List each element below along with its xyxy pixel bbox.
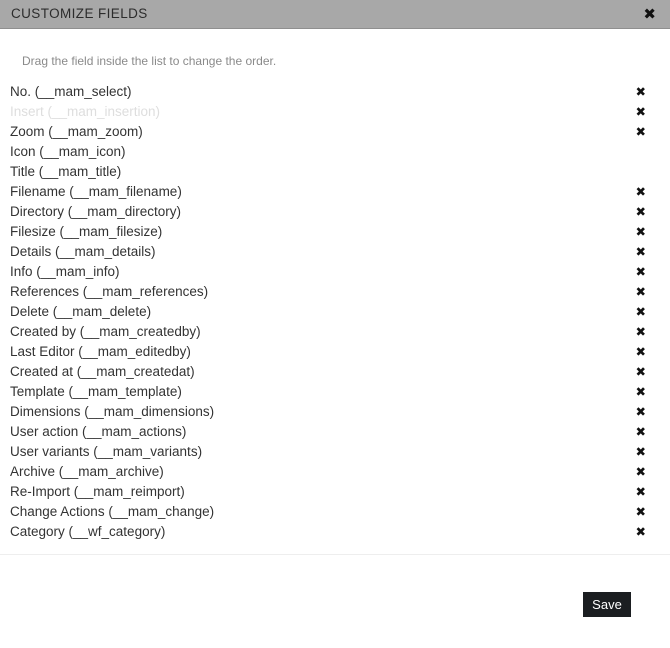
field-row[interactable]: Dimensions (__mam_dimensions) ✖ xyxy=(0,402,670,422)
field-row[interactable]: Last Editor (__mam_editedby) ✖ xyxy=(0,342,670,362)
field-row-label: Last Editor (__mam_editedby) xyxy=(10,344,191,360)
field-row[interactable]: No. (__mam_select) ✖ xyxy=(0,82,670,102)
field-row[interactable]: Zoom (__mam_zoom) ✖ xyxy=(0,122,670,142)
field-row-label: Category (__wf_category) xyxy=(10,524,166,540)
dialog-titlebar: CUSTOMIZE FIELDS ✖ xyxy=(0,0,670,29)
close-icon[interactable]: ✖ xyxy=(643,6,656,22)
field-row[interactable]: Title (__mam_title)✖ xyxy=(0,162,670,182)
save-button[interactable]: Save xyxy=(583,592,631,617)
remove-field-icon[interactable]: ✖ xyxy=(636,105,646,119)
remove-field-icon[interactable]: ✖ xyxy=(636,285,646,299)
field-list[interactable]: No. (__mam_select) ✖ Insert (__mam_inserti… xyxy=(0,82,670,542)
dialog-title: CUSTOMIZE FIELDS xyxy=(11,6,148,22)
remove-field-icon[interactable]: ✖ xyxy=(636,185,646,199)
remove-field-icon[interactable]: ✖ xyxy=(636,305,646,319)
field-row[interactable]: User variants (__mam_variants) ✖ xyxy=(0,442,670,462)
field-row-label: Directory (__mam_directory) xyxy=(10,204,182,220)
field-row-label: Zoom (__mam_zoom) xyxy=(10,124,143,140)
field-row-label: Template (__mam_template) xyxy=(10,384,182,400)
field-row[interactable]: Filesize (__mam_filesize) ✖ xyxy=(0,222,670,242)
field-row-label: Dimensions (__mam_dimensions) xyxy=(10,404,215,420)
field-row-label: Archive (__mam_archive) xyxy=(10,464,164,480)
field-row-label: Filename (__mam_filename) xyxy=(10,184,182,200)
field-row-label: User variants (__mam_variants) xyxy=(10,444,203,460)
field-row[interactable]: Change Actions (__mam_change) ✖ xyxy=(0,502,670,522)
drag-hint-text: Drag the field inside the list to change… xyxy=(22,54,277,68)
field-row[interactable]: Created at (__mam_createdat) ✖ xyxy=(0,362,670,382)
remove-field-icon[interactable]: ✖ xyxy=(636,405,646,419)
field-row-label: References (__mam_references) xyxy=(10,284,209,300)
remove-field-icon[interactable]: ✖ xyxy=(636,205,646,219)
remove-field-icon[interactable]: ✖ xyxy=(636,505,646,519)
field-row-label: Created by (__mam_createdby) xyxy=(10,324,201,340)
remove-field-icon[interactable]: ✖ xyxy=(636,445,646,459)
field-row-label: Details (__mam_details) xyxy=(10,244,156,260)
field-row-label: Delete (__mam_delete) xyxy=(10,304,152,320)
remove-field-icon[interactable]: ✖ xyxy=(636,485,646,499)
customize-fields-dialog: CUSTOMIZE FIELDS ✖ Drag the field inside… xyxy=(0,0,670,648)
remove-field-icon[interactable]: ✖ xyxy=(636,365,646,379)
field-row-label: No. (__mam_select) xyxy=(10,84,132,100)
remove-field-icon[interactable]: ✖ xyxy=(636,325,646,339)
field-row[interactable]: Filename (__mam_filename) ✖ xyxy=(0,182,670,202)
field-row-label: Info (__mam_info) xyxy=(10,264,120,280)
field-row[interactable]: Template (__mam_template) ✖ xyxy=(0,382,670,402)
remove-field-icon[interactable]: ✖ xyxy=(636,265,646,279)
field-row-label: User action (__mam_actions) xyxy=(10,424,187,440)
remove-field-icon[interactable]: ✖ xyxy=(636,225,646,239)
field-row[interactable]: User action (__mam_actions) ✖ xyxy=(0,422,670,442)
field-row[interactable]: Icon (__mam_icon)✖ xyxy=(0,142,670,162)
remove-field-icon[interactable]: ✖ xyxy=(636,525,646,539)
field-row[interactable]: Insert (__mam_insertion) ✖ xyxy=(0,102,670,122)
dialog-footer: Save xyxy=(0,554,670,648)
field-row-label: Re-Import (__mam_reimport) xyxy=(10,484,185,500)
field-row[interactable]: Created by (__mam_createdby) ✖ xyxy=(0,322,670,342)
field-row-label: Filesize (__mam_filesize) xyxy=(10,224,163,240)
field-row[interactable]: Delete (__mam_delete) ✖ xyxy=(0,302,670,322)
dialog-body: Drag the field inside the list to change… xyxy=(0,29,670,648)
remove-field-icon[interactable]: ✖ xyxy=(636,425,646,439)
field-row-label: Change Actions (__mam_change) xyxy=(10,504,215,520)
field-row[interactable]: References (__mam_references) ✖ xyxy=(0,282,670,302)
field-row[interactable]: Archive (__mam_archive) ✖ xyxy=(0,462,670,482)
field-row-label: Created at (__mam_createdat) xyxy=(10,364,195,380)
field-row[interactable]: Re-Import (__mam_reimport) ✖ xyxy=(0,482,670,502)
field-row-label: Insert (__mam_insertion) xyxy=(10,104,161,120)
remove-field-icon[interactable]: ✖ xyxy=(636,465,646,479)
remove-field-icon[interactable]: ✖ xyxy=(636,345,646,359)
field-row[interactable]: Category (__wf_category) ✖ xyxy=(0,522,670,542)
field-row[interactable]: Info (__mam_info) ✖ xyxy=(0,262,670,282)
remove-field-icon[interactable]: ✖ xyxy=(636,125,646,139)
field-row[interactable]: Details (__mam_details) ✖ xyxy=(0,242,670,262)
remove-field-icon[interactable]: ✖ xyxy=(636,245,646,259)
remove-field-icon[interactable]: ✖ xyxy=(636,385,646,399)
field-row-label: Title (__mam_title) xyxy=(10,164,122,180)
field-row-label: Icon (__mam_icon) xyxy=(10,144,126,160)
field-row[interactable]: Directory (__mam_directory) ✖ xyxy=(0,202,670,222)
remove-field-icon[interactable]: ✖ xyxy=(636,85,646,99)
